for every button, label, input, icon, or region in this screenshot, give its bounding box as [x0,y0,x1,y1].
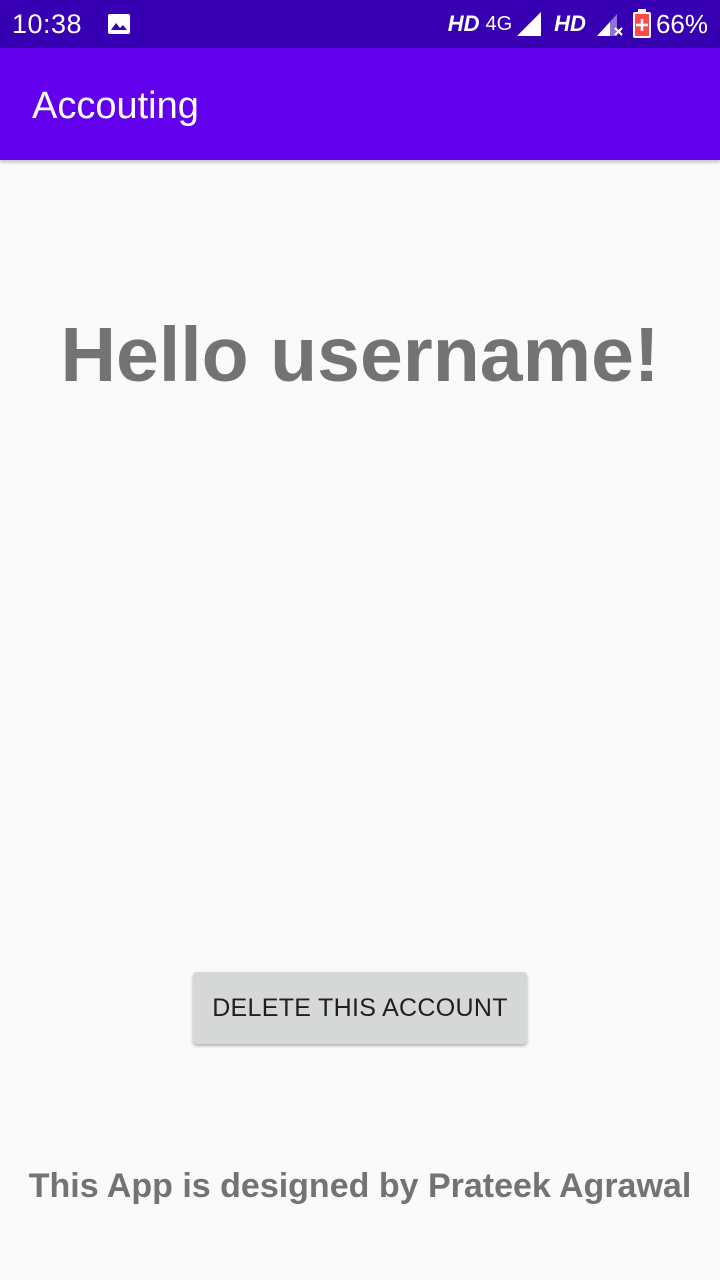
battery-percent: 66% [655,9,708,39]
battery-icon [632,9,651,38]
gallery-icon [108,14,130,34]
network-type-label: 4G [485,13,513,35]
greeting-heading: Hello username! [60,312,660,398]
hd-label-2: HD [554,11,586,36]
hd-label: HD [447,11,480,36]
status-indicators: HD 4G HD 66% [448,7,708,41]
app-title: Accouting [32,85,199,127]
delete-account-button[interactable]: DELETE THIS ACCOUNT [193,972,527,1044]
signal-no-sim-icon [596,14,623,36]
status-bar: 10:38 HD 4G HD 66% [0,0,720,48]
app-bar: Accouting [0,48,720,160]
screen: 10:38 HD 4G HD 66% Accouting Hello usern… [0,0,720,1280]
credits-text: This App is designed by Prateek Agrawal [28,1167,692,1205]
signal-icon [517,12,542,36]
status-time: 10:38 [12,9,83,39]
